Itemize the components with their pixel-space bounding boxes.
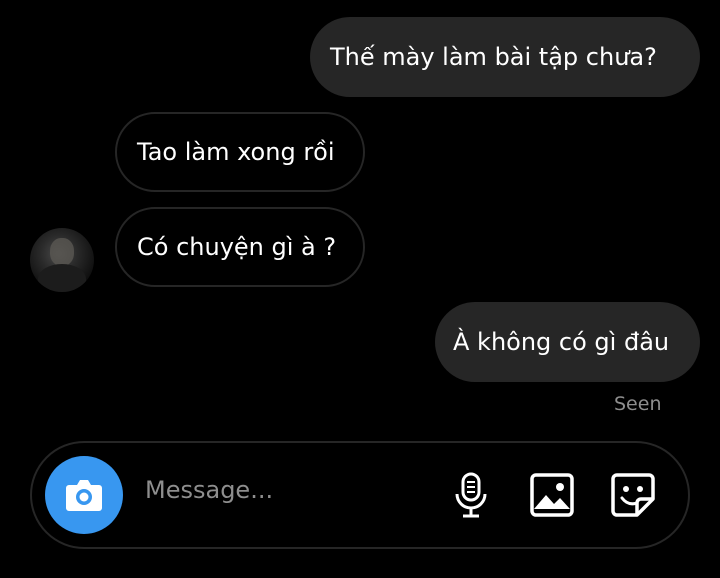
message-text: À không có gì đâu: [453, 328, 670, 356]
message-bubble-outgoing[interactable]: À không có gì đâu: [435, 302, 700, 382]
message-bubble-incoming[interactable]: Tao làm xong rồi: [115, 112, 365, 192]
message-text: Thế mày làm bài tập chưa?: [330, 43, 657, 71]
gallery-button[interactable]: [527, 470, 577, 520]
microphone-icon: [455, 472, 487, 518]
message-text: Tao làm xong rồi: [137, 138, 335, 166]
gallery-icon: [530, 473, 574, 517]
message-bubble-outgoing[interactable]: Thế mày làm bài tập chưa?: [310, 17, 700, 97]
sticker-icon: [611, 473, 655, 517]
avatar[interactable]: [30, 228, 94, 292]
message-text: Có chuyện gì à ?: [137, 233, 337, 261]
message-input[interactable]: Message...: [145, 476, 273, 504]
message-bubble-incoming[interactable]: Có chuyện gì à ?: [115, 207, 365, 287]
camera-icon: [66, 480, 102, 511]
message-composer: [30, 441, 690, 549]
microphone-button[interactable]: [446, 470, 496, 520]
seen-status: Seen: [614, 393, 662, 415]
sticker-button[interactable]: [608, 470, 658, 520]
avatar-body: [38, 264, 86, 292]
avatar-face: [50, 238, 74, 266]
camera-button[interactable]: [45, 456, 123, 534]
